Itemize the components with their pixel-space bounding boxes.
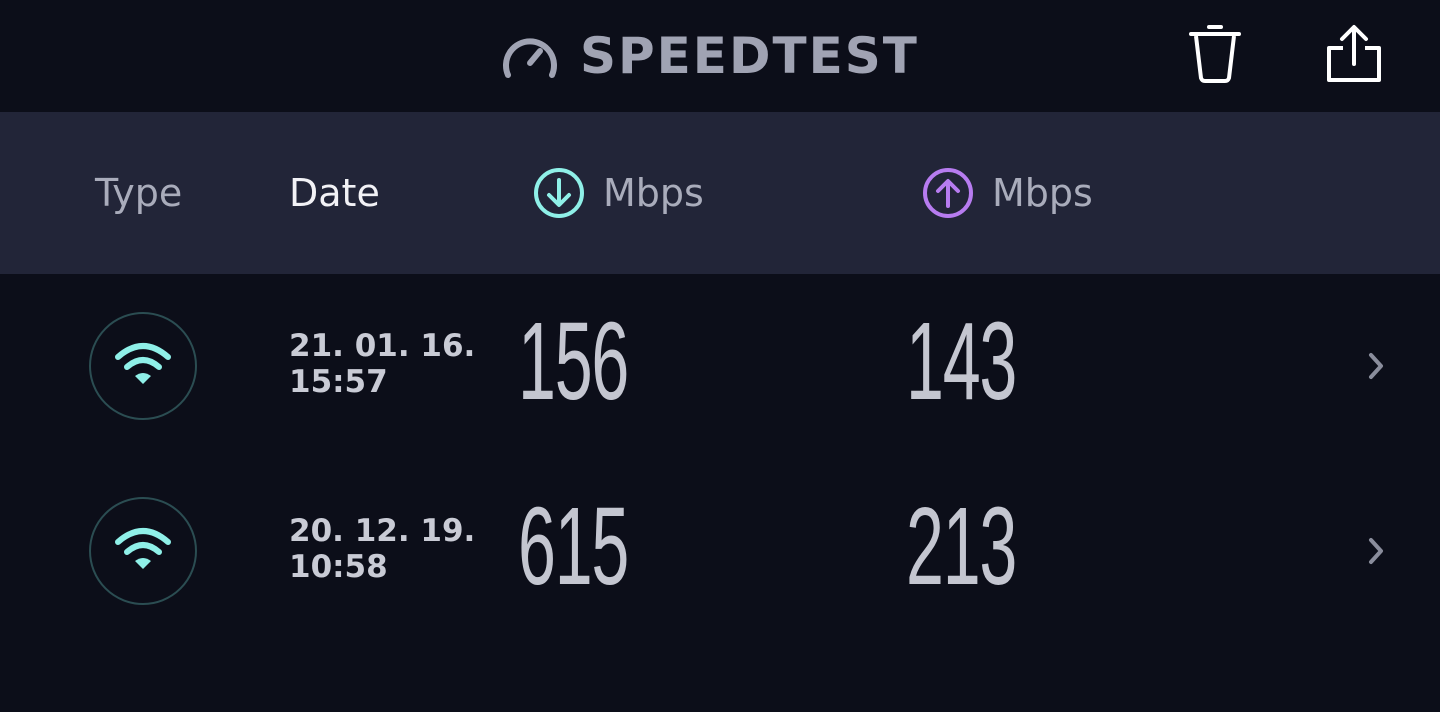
speedtest-results-screen: SPEEDTEST Type Date Mbps Mbps 21. 01. 16… <box>0 0 1440 712</box>
column-header-bar: Type Date Mbps Mbps <box>0 112 1440 274</box>
result-row[interactable]: 21. 01. 16. 15:57 156 143 <box>0 274 1440 459</box>
share-button[interactable] <box>1322 24 1386 88</box>
column-download[interactable]: Mbps <box>533 112 704 274</box>
wifi-icon <box>114 341 172 391</box>
app-header: SPEEDTEST <box>0 0 1440 112</box>
column-upload[interactable]: Mbps <box>922 112 1093 274</box>
upload-speed-value: 143 <box>906 300 1017 423</box>
column-type[interactable]: Type <box>95 112 182 274</box>
download-speed-value: 156 <box>518 300 629 423</box>
chevron-right-icon[interactable] <box>1362 537 1390 565</box>
column-date[interactable]: Date <box>289 112 380 274</box>
wifi-icon <box>114 526 172 576</box>
column-upload-label: Mbps <box>992 171 1093 215</box>
trash-icon <box>1187 24 1243 88</box>
result-time: 10:58 <box>289 549 388 585</box>
download-arrow-icon <box>533 167 603 219</box>
column-type-label: Type <box>95 171 183 215</box>
upload-speed-value: 213 <box>906 485 1017 608</box>
connection-type-badge <box>89 312 197 420</box>
chevron-right-icon[interactable] <box>1362 352 1390 380</box>
app-title: SPEEDTEST <box>580 27 919 85</box>
column-date-label: Date <box>289 171 380 215</box>
download-speed-value: 615 <box>518 485 629 608</box>
column-download-label: Mbps <box>603 171 704 215</box>
share-icon <box>1325 24 1383 88</box>
result-time: 15:57 <box>289 364 388 400</box>
speedometer-icon <box>500 31 560 81</box>
upload-arrow-icon <box>922 167 992 219</box>
result-datetime: 20. 12. 19. 10:58 <box>289 513 475 585</box>
result-date: 21. 01. 16. <box>289 328 476 364</box>
delete-button[interactable] <box>1183 24 1247 88</box>
result-row[interactable]: 20. 12. 19. 10:58 615 213 <box>0 459 1440 644</box>
connection-type-badge <box>89 497 197 605</box>
result-date: 20. 12. 19. <box>289 513 476 549</box>
brand: SPEEDTEST <box>500 24 919 88</box>
result-datetime: 21. 01. 16. 15:57 <box>289 328 475 400</box>
